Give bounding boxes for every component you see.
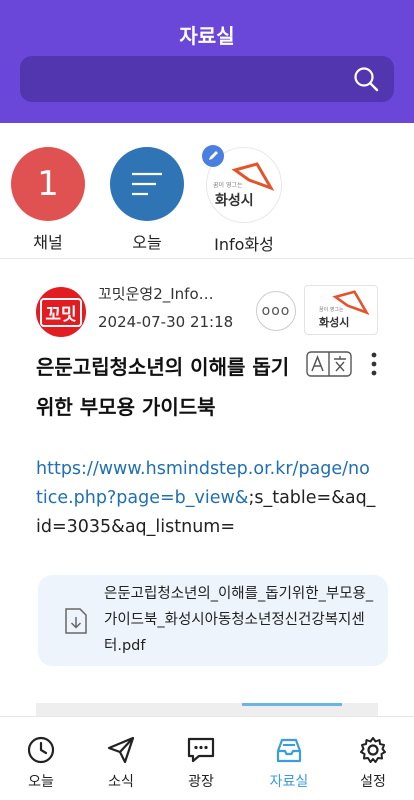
nav-today[interactable]: 오늘 bbox=[0, 735, 82, 791]
nav-settings[interactable]: 설정 bbox=[332, 735, 414, 791]
download-icon[interactable] bbox=[60, 606, 90, 636]
quick-item-label: 채널 bbox=[33, 233, 63, 252]
more-button[interactable]: ooo bbox=[256, 291, 296, 331]
search-bar[interactable] bbox=[20, 56, 394, 102]
quick-item-label: Info화성 bbox=[214, 235, 274, 254]
today-circle[interactable] bbox=[110, 147, 184, 221]
post-author[interactable]: 꼬밋운영2_Info… bbox=[98, 283, 248, 304]
channel-thumbnail[interactable]: 꿈이 영그는 화성시 bbox=[304, 285, 378, 335]
page-title: 자료실 bbox=[179, 24, 235, 48]
nav-news[interactable]: 소식 bbox=[80, 735, 162, 791]
clock-icon bbox=[27, 736, 55, 764]
gear-icon bbox=[360, 737, 386, 763]
nav-label: 자료실 bbox=[269, 774, 309, 790]
translate-icon[interactable] bbox=[306, 351, 352, 377]
attachment-file-name: 은둔고립청소년의_이해를_돕기위한_부모용_가이드북_화성시아동청소년정신건강복… bbox=[104, 586, 374, 654]
nav-plaza[interactable]: 광장 bbox=[160, 735, 242, 791]
preview-strip bbox=[242, 703, 342, 706]
post-title[interactable]: 은둔고립청소년의 이해를 돕기 위한 부모용 가이드북 bbox=[36, 347, 296, 427]
chat-icon bbox=[187, 737, 215, 763]
logo-caption: 꿈이 영그는 bbox=[213, 182, 243, 189]
search-icon[interactable] bbox=[352, 65, 380, 93]
quick-item-info-hwaseong[interactable]: 꿈이 영그는 화성시 Info화성 bbox=[202, 145, 282, 255]
pencil-badge-icon bbox=[202, 145, 224, 167]
thumb-text: 화성시 bbox=[319, 316, 350, 329]
post-link[interactable]: https://www.hsmindstep.or.kr/page/notice… bbox=[36, 455, 376, 542]
post-datetime: 2024-07-30 21:18 bbox=[98, 313, 234, 331]
attachment-card[interactable]: 은둔고립청소년의_이해를_돕기위한_부모용_가이드북_화성시아동청소년정신건강복… bbox=[38, 575, 388, 666]
logo-text: 화성시 bbox=[215, 193, 254, 209]
nav-label: 설정 bbox=[360, 774, 386, 790]
kebab-menu-icon[interactable] bbox=[366, 351, 382, 377]
nav-label: 소식 bbox=[108, 774, 134, 790]
quick-item-today[interactable]: 오늘 bbox=[109, 147, 185, 253]
hwaseong-logo[interactable]: 꿈이 영그는 화성시 bbox=[202, 145, 282, 223]
avatar-text: 꼬밋 bbox=[40, 297, 82, 327]
thumb-caption: 꿈이 영그는 bbox=[319, 307, 344, 313]
nav-label: 오늘 bbox=[28, 774, 54, 790]
send-icon bbox=[107, 736, 135, 764]
nav-archive[interactable]: 자료실 bbox=[248, 735, 330, 791]
quick-item-label: 오늘 bbox=[132, 233, 162, 252]
bottom-nav: 오늘 소식 광장 자료실 설정 bbox=[0, 716, 414, 800]
app-header: 자료실 bbox=[0, 0, 414, 123]
quick-item-channel[interactable]: 1 채널 bbox=[10, 147, 86, 253]
list-icon bbox=[132, 172, 162, 196]
nav-label: 광장 bbox=[188, 774, 214, 790]
inbox-icon bbox=[276, 738, 302, 763]
quick-access-row: 1 채널 오늘 꿈이 영그는 화성시 Info화성 bbox=[0, 123, 414, 259]
avatar[interactable]: 꼬밋 bbox=[36, 287, 86, 337]
channel-count: 1 bbox=[37, 164, 59, 204]
channel-badge[interactable]: 1 bbox=[11, 147, 85, 221]
